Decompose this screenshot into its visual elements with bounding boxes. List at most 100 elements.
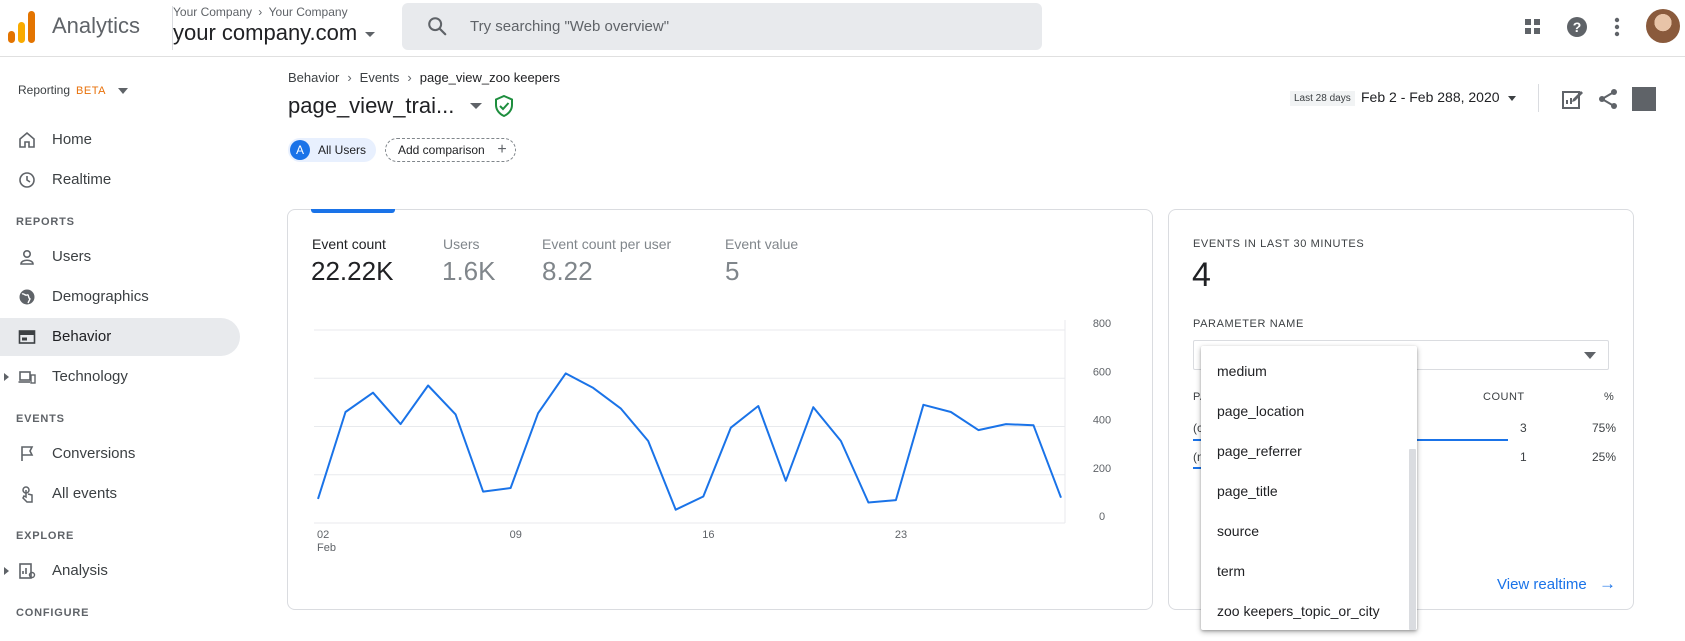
- verified-shield-icon: [495, 95, 513, 117]
- realtime-title: EVENTS IN LAST 30 MINUTES: [1193, 238, 1365, 250]
- dropdown-option[interactable]: zoo keepers_topic_or_city: [1217, 603, 1380, 619]
- dropdown-scrollbar[interactable]: [1409, 346, 1417, 630]
- avatar[interactable]: [1646, 9, 1680, 43]
- metric-value-event-value: 5: [725, 256, 740, 286]
- metric-value-event-count-per-user: 8.22: [542, 256, 593, 286]
- dropdown-option[interactable]: source: [1217, 523, 1259, 539]
- chart-y-axis: 0 200 400 600 800: [1093, 318, 1111, 523]
- sidebar-item-realtime[interactable]: Realtime: [0, 161, 240, 199]
- page-title: page_view_trai...: [288, 93, 455, 118]
- sidebar-item-demographics[interactable]: Demographics: [0, 278, 240, 316]
- account-name: Your Company: [173, 5, 252, 19]
- search-input[interactable]: [468, 13, 1008, 40]
- touch-icon: [22, 486, 33, 503]
- dropdown-option[interactable]: medium: [1217, 363, 1267, 379]
- breadcrumb-behavior[interactable]: Behavior: [288, 70, 339, 85]
- more-vert-icon[interactable]: [1604, 14, 1630, 40]
- scrollbar-thumb[interactable]: [1409, 449, 1416, 630]
- parameter-name-label: PARAMETER NAME: [1193, 318, 1304, 330]
- event-count-line-chart: 0 200 400 600 800 02Feb 09 16 23: [314, 318, 1111, 554]
- metric-value-event-count: 22.22K: [311, 256, 394, 286]
- metric-value-users: 1.6K: [442, 256, 496, 286]
- sidebar-item-label: Demographics: [52, 288, 149, 305]
- chart-series: [317, 372, 1062, 511]
- chart-x-axis: 02Feb 09 16 23: [317, 529, 907, 554]
- sidebar-item-label: Analysis: [52, 562, 108, 579]
- metric-label-event-count-per-user[interactable]: Event count per user: [542, 236, 671, 252]
- view-realtime-link[interactable]: View realtime →: [1497, 574, 1616, 594]
- x-tick-sublabel: Feb: [317, 542, 336, 554]
- search-icon: [428, 17, 447, 36]
- property-name: your company.com: [173, 20, 358, 45]
- caret-down-icon[interactable]: [470, 103, 482, 109]
- chevron-right-icon: ›: [407, 70, 412, 85]
- sidebar-item-technology[interactable]: Technology: [0, 358, 240, 396]
- dropdown-option[interactable]: page_title: [1217, 483, 1278, 499]
- property-selector[interactable]: your company.com: [173, 20, 376, 46]
- sidebar-item-label: Realtime: [52, 171, 112, 188]
- devices-icon: [18, 371, 36, 384]
- dropdown-option[interactable]: term: [1217, 563, 1245, 579]
- date-range-selector[interactable]: Feb 2 - Feb 288, 2020: [1361, 89, 1516, 105]
- add-comparison-label: Add comparison: [398, 143, 485, 157]
- chart-grid: [314, 320, 1066, 524]
- reporting-menu[interactable]: Reporting BETA: [18, 83, 128, 97]
- metric-label-event-count[interactable]: Event count: [312, 236, 386, 252]
- reporting-label: Reporting: [18, 83, 71, 97]
- clock-icon: [19, 172, 35, 188]
- section-configure: CONFIGURE: [16, 607, 90, 619]
- add-comparison-button[interactable]: Add comparison +: [385, 138, 516, 162]
- behavior-icon: [18, 330, 36, 344]
- expand-arrow-icon[interactable]: [4, 373, 9, 381]
- arrow-right-icon: →: [1598, 574, 1616, 593]
- sidebar-item-all-events[interactable]: All events: [0, 475, 240, 513]
- sidebar-item-behavior[interactable]: Behavior: [0, 318, 240, 356]
- expand-arrow-icon[interactable]: [4, 567, 9, 575]
- audience-badge: A: [290, 140, 310, 160]
- search-bar[interactable]: [402, 3, 1042, 50]
- y-tick-label: 200: [1093, 463, 1111, 475]
- account-breadcrumb[interactable]: Your Company › Your Company: [173, 5, 348, 19]
- x-tick-label: 16: [702, 529, 714, 541]
- insights-icon[interactable]: [1632, 87, 1656, 111]
- sidebar-item-label: Behavior: [52, 328, 112, 345]
- x-tick-label: 23: [895, 529, 907, 541]
- chevron-right-icon: ›: [258, 5, 263, 19]
- app-title: Analytics: [52, 13, 141, 38]
- y-tick-label: 0: [1099, 511, 1105, 523]
- property-account-name: Your Company: [268, 5, 348, 19]
- chevron-right-icon: ›: [347, 70, 352, 85]
- section-events: EVENTS: [16, 413, 65, 425]
- dropdown-option[interactable]: page_referrer: [1217, 443, 1302, 459]
- dropdown-option[interactable]: page_location: [1217, 403, 1304, 419]
- sidebar-item-users[interactable]: Users: [0, 238, 240, 276]
- customize-report-icon[interactable]: [1560, 87, 1584, 111]
- sidebar-item-home[interactable]: Home: [0, 121, 240, 159]
- section-explore: EXPLORE: [16, 530, 75, 542]
- sidebar-item-conversions[interactable]: Conversions: [0, 435, 240, 473]
- help-icon[interactable]: ?: [1564, 14, 1590, 40]
- view-realtime-label: View realtime: [1497, 576, 1587, 593]
- breadcrumb: Behavior › Events › page_view_zoo keepers: [288, 70, 560, 85]
- comparison-chip-label: All Users: [318, 143, 367, 157]
- table-row-percent: 25%: [1592, 450, 1617, 464]
- metric-label-event-value[interactable]: Event value: [725, 236, 798, 252]
- apps-grid-icon[interactable]: [1520, 14, 1546, 40]
- analytics-logo-icon[interactable]: [8, 11, 36, 43]
- metric-label-users[interactable]: Users: [443, 236, 480, 252]
- table-row-count: 1: [1520, 450, 1527, 464]
- share-icon[interactable]: [1596, 87, 1620, 111]
- realtime-event-count: 4: [1192, 256, 1211, 294]
- analysis-icon: [19, 563, 36, 579]
- y-tick-label: 600: [1093, 366, 1111, 378]
- breadcrumb-events[interactable]: Events: [360, 70, 400, 85]
- column-header-count: COUNT: [1483, 391, 1525, 403]
- home-icon: [19, 131, 35, 148]
- sidebar-item-label: Users: [52, 248, 92, 265]
- sidebar-item-analysis[interactable]: Analysis: [0, 552, 240, 590]
- beta-badge: BETA: [76, 85, 106, 97]
- parameter-dropdown-menu[interactable]: medium page_location page_referrer page_…: [1201, 346, 1417, 630]
- comparison-chip-all-users[interactable]: A All Users: [288, 138, 377, 162]
- sidebar-item-label: All events: [52, 485, 118, 502]
- caret-down-icon: [1584, 352, 1596, 359]
